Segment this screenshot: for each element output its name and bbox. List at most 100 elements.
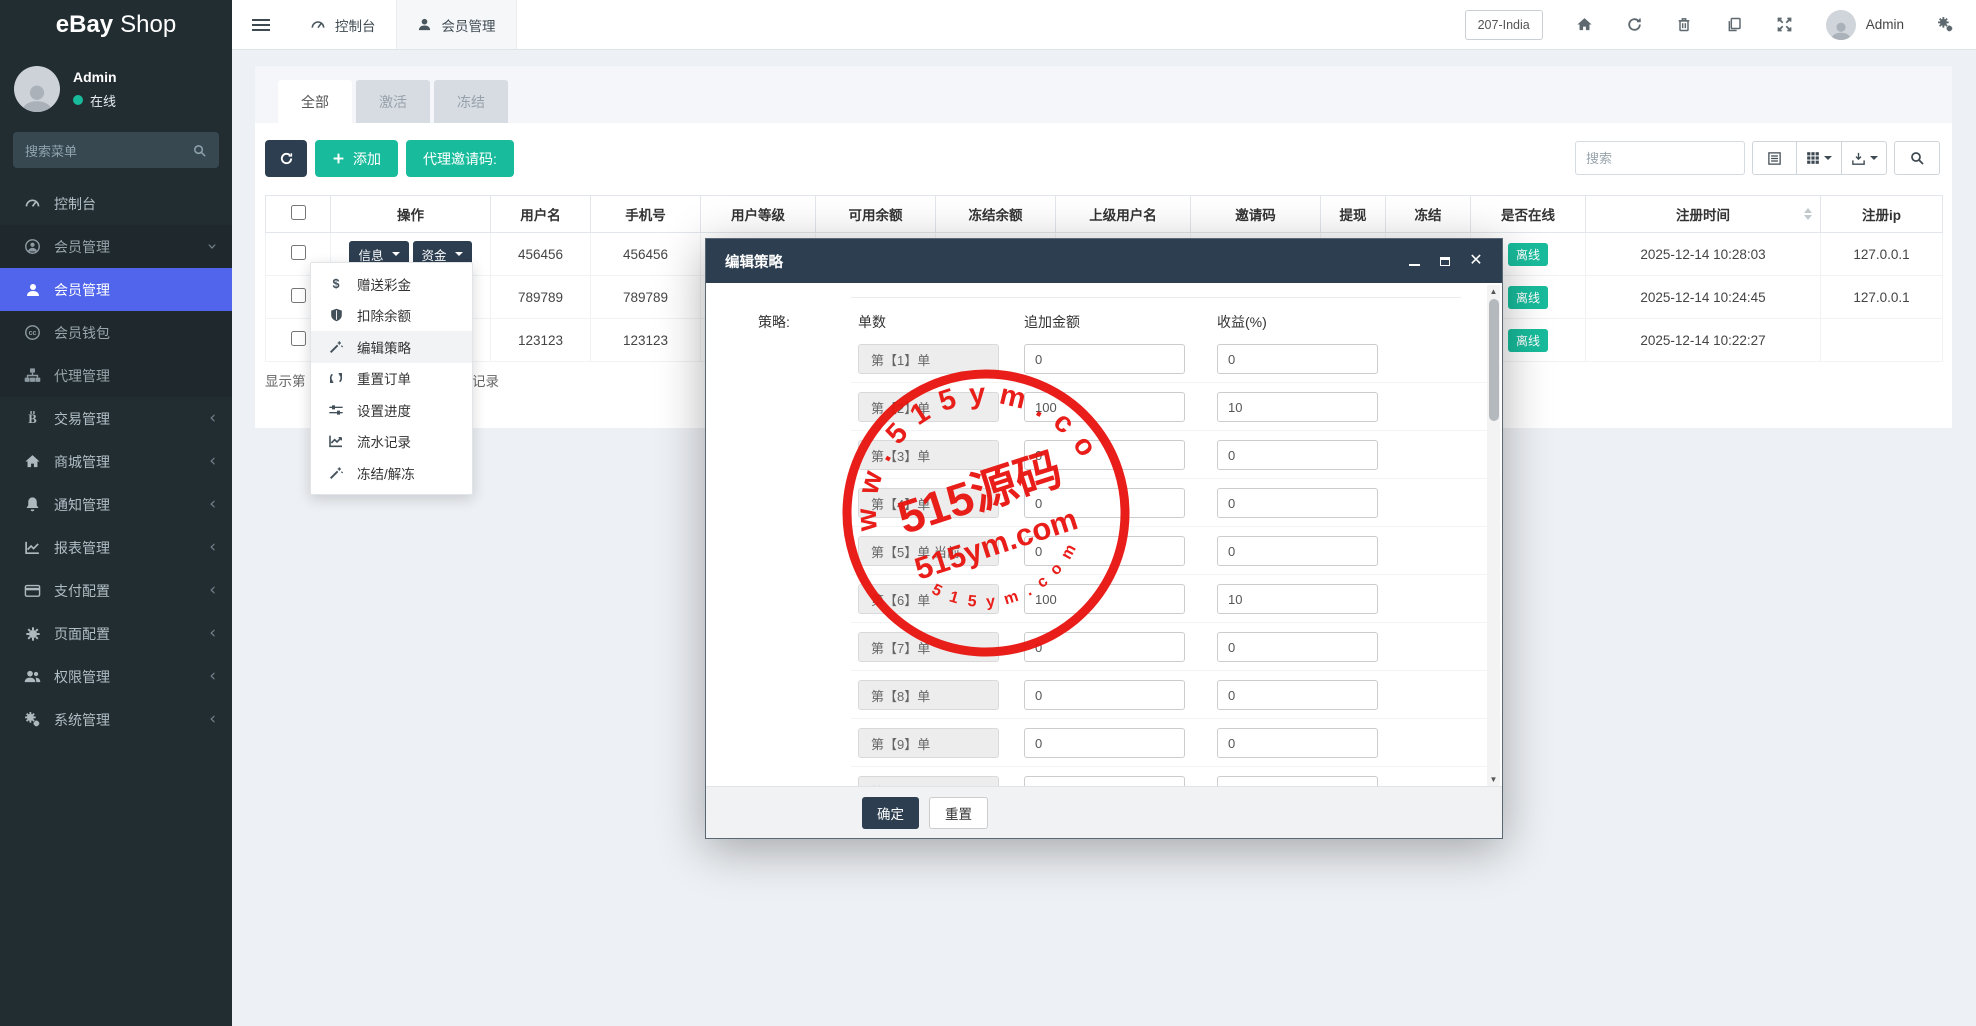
avatar xyxy=(14,66,60,112)
sidebar-item-wallet[interactable]: cc 会员钱包 xyxy=(0,311,232,354)
select-all-checkbox[interactable] xyxy=(291,205,306,220)
sidebar-search-input[interactable]: 搜索菜单 xyxy=(13,132,219,168)
scroll-up-icon[interactable]: ▲ xyxy=(1487,287,1500,296)
amount-input[interactable] xyxy=(1024,344,1185,374)
menu-item-gift-bonus[interactable]: $赠送彩金 xyxy=(311,268,472,300)
amount-input[interactable] xyxy=(1024,440,1185,470)
copy-icon[interactable] xyxy=(1726,16,1743,33)
sidebar-item-permissions[interactable]: 权限管理 ‹ xyxy=(0,655,232,698)
sidebar-item-system[interactable]: 系统管理 ‹ xyxy=(0,698,232,741)
profit-input[interactable] xyxy=(1217,488,1378,518)
chevron-left-icon: ‹ xyxy=(209,539,216,556)
sidebar-item-payment-config[interactable]: 支付配置 ‹ xyxy=(0,569,232,612)
plus-icon xyxy=(332,152,345,165)
top-navbar: 控制台 会员管理 207-India Admin xyxy=(232,0,1976,50)
table-header-row: 操作 用户名 手机号 用户等级 可用余额 冻结余额 上级用户名 邀请码 提现 冻… xyxy=(266,196,1943,233)
close-icon[interactable]: ✕ xyxy=(1469,254,1483,268)
confirm-button[interactable]: 确定 xyxy=(862,797,919,829)
sidebar-toggle-button[interactable] xyxy=(232,0,290,49)
agent-invite-code-button[interactable]: 代理邀请码: xyxy=(406,140,514,177)
profit-input[interactable] xyxy=(1217,536,1378,566)
home-icon[interactable] xyxy=(1576,16,1593,33)
brand-logo[interactable]: eBayShop xyxy=(0,0,232,50)
sidebar-item-reports[interactable]: 报表管理 ‹ xyxy=(0,526,232,569)
add-button[interactable]: 添加 xyxy=(315,140,398,177)
sidebar-item-agents[interactable]: 代理管理 xyxy=(0,354,232,397)
navbar-user-menu[interactable]: Admin xyxy=(1826,10,1904,40)
info-button-label: 信息 xyxy=(358,245,383,264)
columns-button[interactable] xyxy=(1797,141,1842,175)
online-dot-icon xyxy=(73,95,83,105)
minimize-icon[interactable] xyxy=(1407,254,1421,268)
search-submit-button[interactable] xyxy=(1894,141,1940,175)
table-search-input[interactable] xyxy=(1575,141,1745,175)
strategy-field-label: 策略: xyxy=(758,312,790,332)
profit-input[interactable] xyxy=(1217,392,1378,422)
amount-input[interactable] xyxy=(1024,392,1185,422)
sidebar-item-trades[interactable]: B 交易管理 ‹ xyxy=(0,397,232,440)
modal-title: 编辑策略 xyxy=(725,251,783,272)
amount-input[interactable] xyxy=(1024,728,1185,758)
fullscreen-icon[interactable] xyxy=(1776,16,1793,33)
tab-active[interactable]: 激活 xyxy=(356,80,430,123)
modal-scrollbar[interactable]: ▲ ▼ xyxy=(1487,285,1500,786)
user-circle-icon xyxy=(24,238,41,255)
refresh-table-button[interactable] xyxy=(265,140,307,177)
menu-item-edit-strategy[interactable]: 编辑策略 xyxy=(311,331,472,363)
navbar-tab-dashboard[interactable]: 控制台 xyxy=(290,0,396,49)
row-checkbox[interactable] xyxy=(291,331,306,346)
menu-item-reset-orders[interactable]: 重置订单 xyxy=(311,363,472,395)
amount-input[interactable] xyxy=(1024,488,1185,518)
profit-input[interactable] xyxy=(1217,344,1378,374)
tab-frozen[interactable]: 冻结 xyxy=(434,80,508,123)
sidebar-item-notices[interactable]: 通知管理 ‹ xyxy=(0,483,232,526)
sidebar-item-members-parent[interactable]: 会员管理 ‹ xyxy=(0,225,232,268)
region-selector-button[interactable]: 207-India xyxy=(1465,10,1543,40)
profit-input[interactable] xyxy=(1217,680,1378,710)
cogs-icon xyxy=(24,711,41,728)
amount-input[interactable] xyxy=(1024,680,1185,710)
profit-input[interactable] xyxy=(1217,632,1378,662)
profit-input[interactable] xyxy=(1217,440,1378,470)
form-divider xyxy=(851,297,1461,298)
cogs-icon[interactable] xyxy=(1937,16,1954,33)
credit-card-icon xyxy=(24,582,41,599)
amount-input[interactable] xyxy=(1024,536,1185,566)
sidebar-item-label: 控制台 xyxy=(54,194,96,214)
cell-reg-ip: 127.0.0.1 xyxy=(1821,233,1943,276)
reset-button[interactable]: 重置 xyxy=(929,797,988,829)
sidebar-item-members[interactable]: 会员管理 xyxy=(0,268,232,311)
order-label: 第【1】单 xyxy=(858,344,999,374)
detail-view-button[interactable] xyxy=(1752,141,1797,175)
maximize-icon[interactable] xyxy=(1438,254,1452,268)
profit-input[interactable] xyxy=(1217,584,1378,614)
trash-icon[interactable] xyxy=(1676,16,1693,33)
sidebar-item-dashboard[interactable]: 控制台 xyxy=(0,182,232,225)
modal-titlebar[interactable]: 编辑策略 ✕ xyxy=(706,239,1502,283)
export-button[interactable] xyxy=(1842,141,1887,175)
row-checkbox[interactable] xyxy=(291,288,306,303)
sidebar-item-page-config[interactable]: 页面配置 ‹ xyxy=(0,612,232,655)
scroll-down-icon[interactable]: ▼ xyxy=(1487,775,1500,784)
amount-input[interactable] xyxy=(1024,632,1185,662)
menu-item-flow-records[interactable]: 流水记录 xyxy=(311,426,472,458)
row-checkbox[interactable] xyxy=(291,245,306,260)
col-header-sortable[interactable]: 注册时间 xyxy=(1586,196,1821,233)
sidebar-item-mall[interactable]: 商城管理 ‹ xyxy=(0,440,232,483)
menu-item-deduct-balance[interactable]: 扣除余额 xyxy=(311,300,472,332)
order-label: 第【6】单 xyxy=(858,584,999,614)
strategy-row: 第【2】单 xyxy=(851,383,1501,431)
cell-reg-time: 2025-12-14 10:22:27 xyxy=(1586,319,1821,362)
menu-item-freeze-unfreeze[interactable]: 冻结/解冻 xyxy=(311,457,472,489)
order-label: 第【2】单 xyxy=(858,392,999,422)
strategy-row: 第【6】单 xyxy=(851,575,1501,623)
refresh-icon[interactable] xyxy=(1626,16,1643,33)
navbar-tab-members[interactable]: 会员管理 xyxy=(396,0,517,49)
bell-icon xyxy=(24,496,41,513)
amount-input[interactable] xyxy=(1024,584,1185,614)
scrollbar-thumb[interactable] xyxy=(1489,299,1499,421)
tab-all[interactable]: 全部 xyxy=(278,80,352,123)
menu-item-set-progress[interactable]: 设置进度 xyxy=(311,394,472,426)
user-icon xyxy=(24,281,41,298)
profit-input[interactable] xyxy=(1217,728,1378,758)
